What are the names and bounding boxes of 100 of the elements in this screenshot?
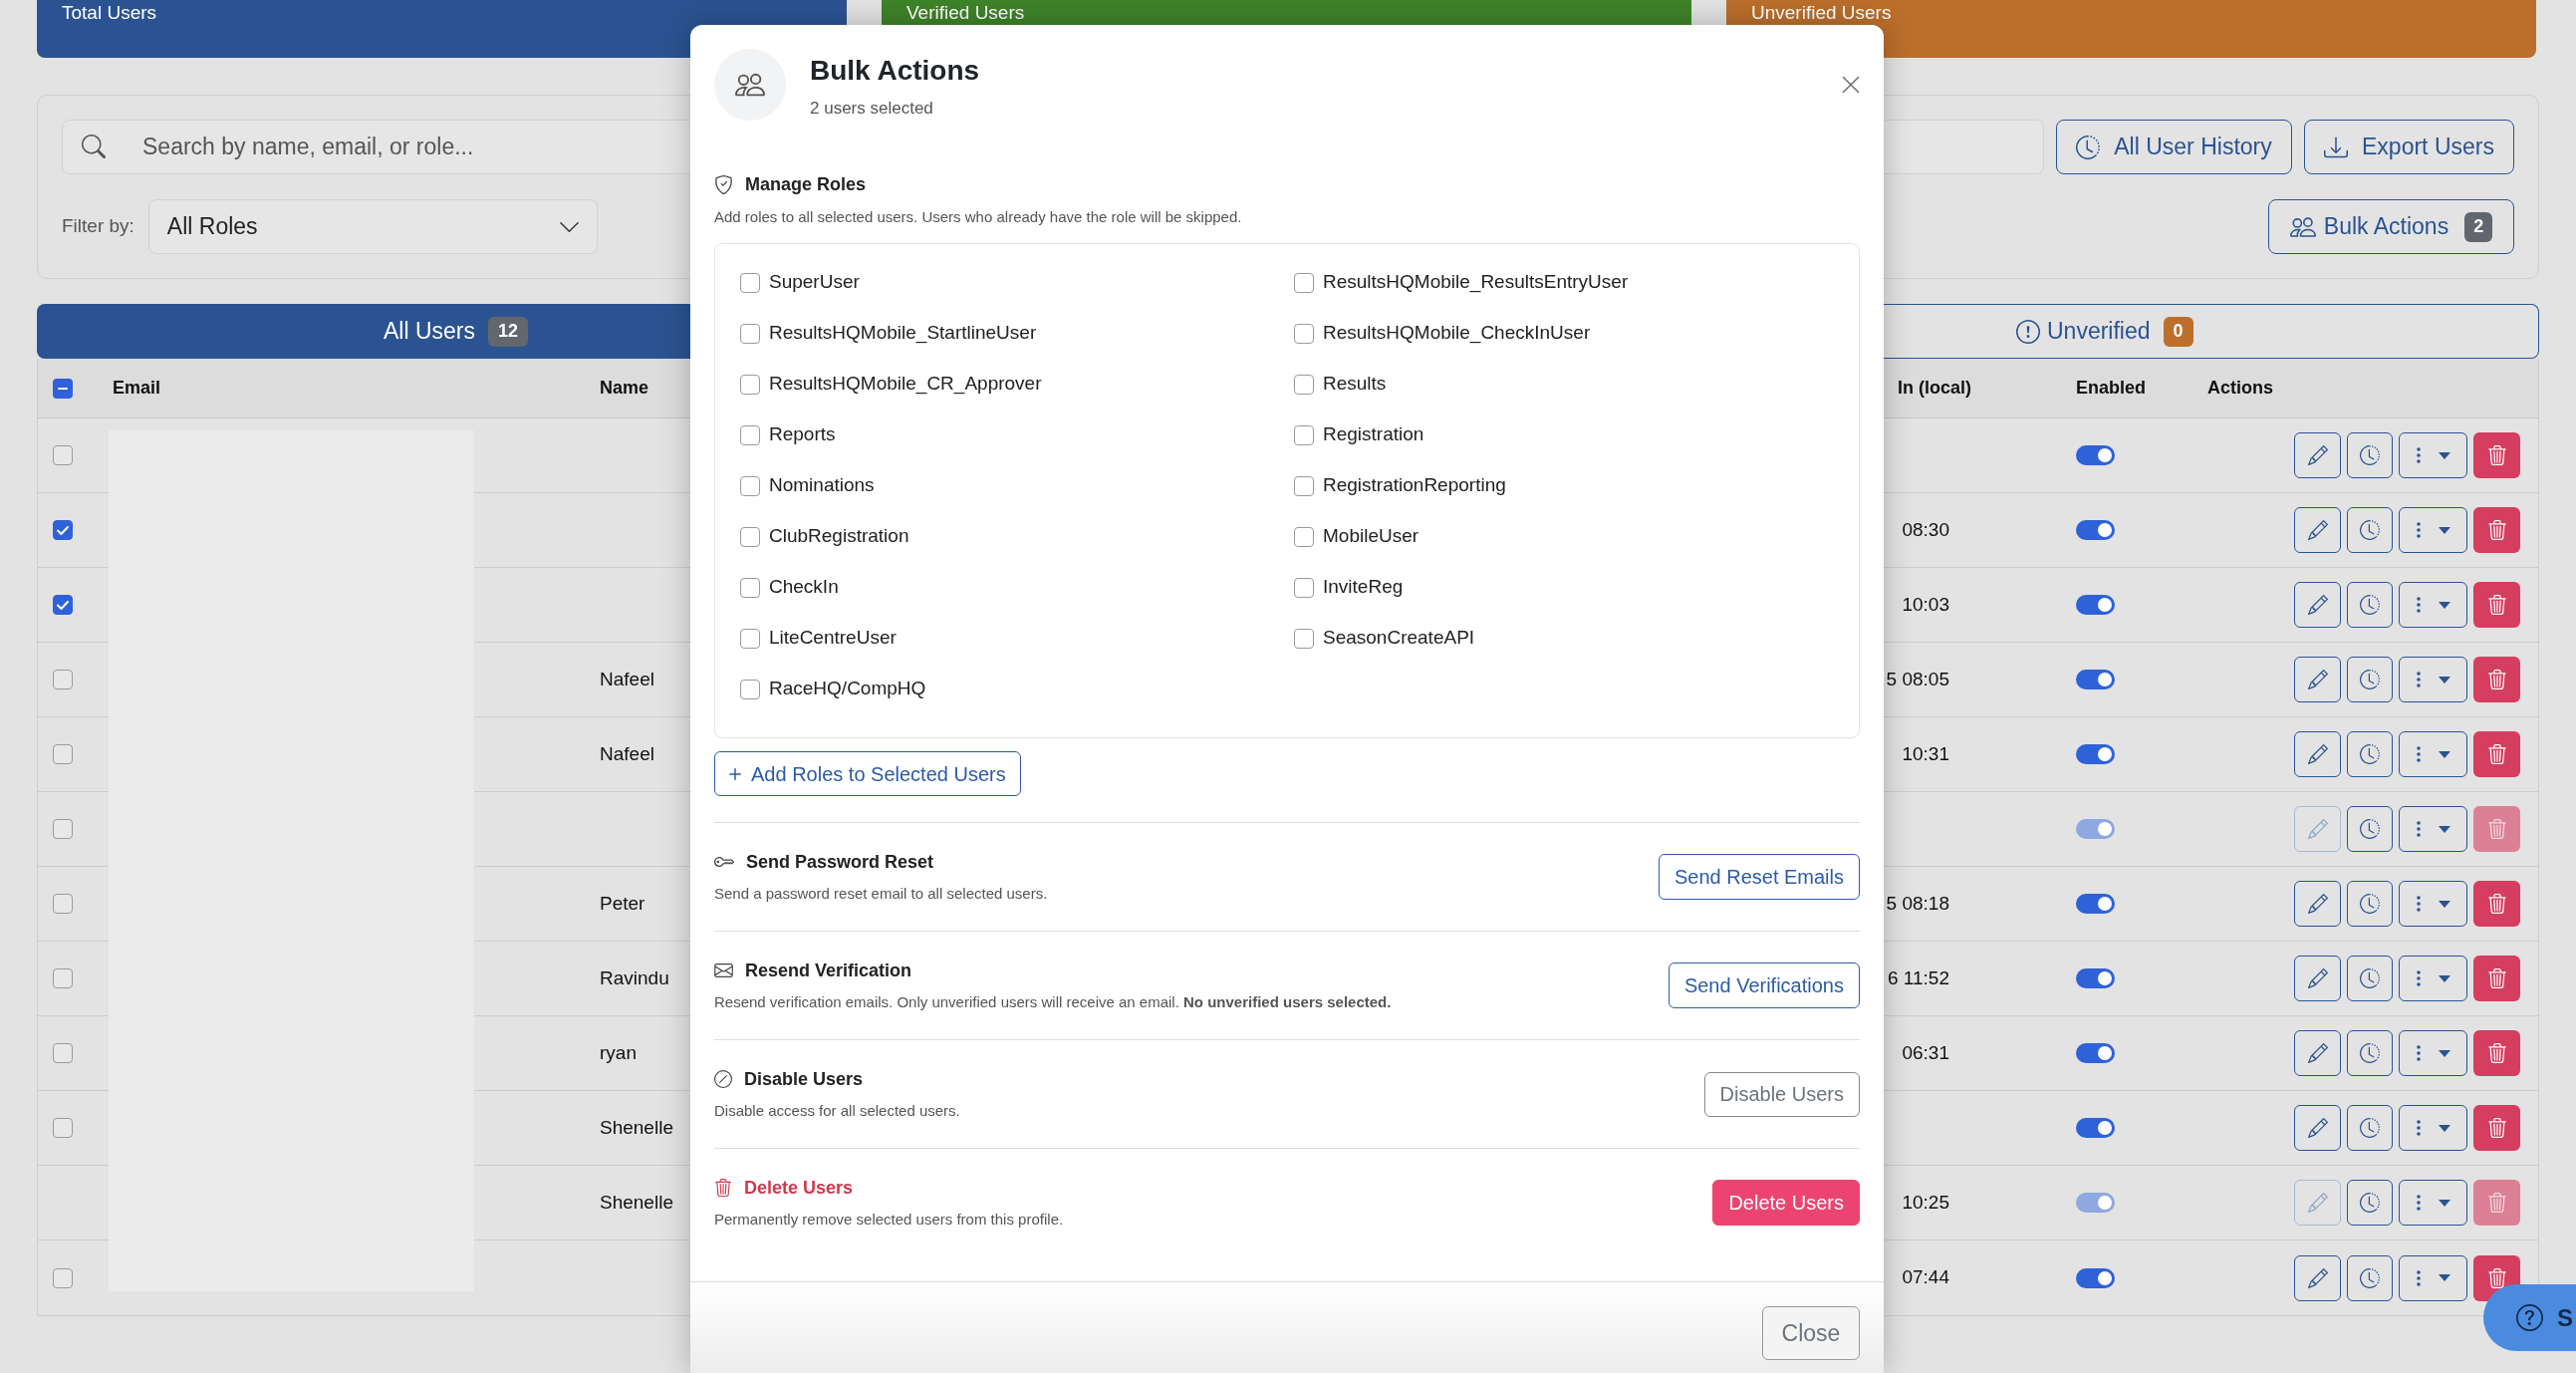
checkbox[interactable] bbox=[740, 424, 760, 445]
edit-button[interactable] bbox=[2294, 657, 2341, 702]
checkbox[interactable] bbox=[740, 475, 760, 496]
help-button[interactable]: S bbox=[2483, 1284, 2576, 1351]
toggle-switch[interactable] bbox=[2076, 520, 2115, 540]
history-button[interactable] bbox=[2347, 1030, 2393, 1076]
more-button[interactable] bbox=[2399, 731, 2467, 777]
edit-button[interactable] bbox=[2294, 1254, 2341, 1301]
pencil-icon bbox=[2307, 819, 2328, 839]
more-button[interactable] bbox=[2399, 881, 2467, 927]
history-button[interactable] bbox=[2347, 1254, 2393, 1301]
history-button[interactable] bbox=[2347, 432, 2393, 478]
more-button[interactable] bbox=[2399, 1254, 2467, 1301]
checkbox[interactable] bbox=[53, 378, 73, 399]
checkbox[interactable] bbox=[53, 520, 73, 540]
more-button[interactable] bbox=[2399, 657, 2467, 702]
checkbox[interactable] bbox=[53, 445, 73, 465]
checkbox[interactable] bbox=[53, 1118, 73, 1138]
toggle-switch[interactable] bbox=[2076, 595, 2115, 615]
tab[interactable]: Unverified 0 bbox=[1884, 304, 2539, 359]
checkbox[interactable] bbox=[53, 744, 73, 764]
more-button[interactable] bbox=[2399, 1180, 2467, 1226]
history-button[interactable] bbox=[2347, 806, 2393, 852]
checkbox[interactable] bbox=[1294, 424, 1314, 445]
history-button[interactable] bbox=[2347, 731, 2393, 777]
add-roles-button[interactable]: Add Roles to Selected Users bbox=[714, 751, 1021, 796]
checkbox[interactable] bbox=[1294, 526, 1314, 547]
role-select[interactable]: All Roles bbox=[147, 199, 598, 254]
toggle-switch[interactable] bbox=[2076, 1267, 2115, 1288]
toggle-switch[interactable] bbox=[2076, 670, 2115, 689]
checkbox[interactable] bbox=[1294, 475, 1314, 496]
delete-users-button[interactable]: Delete Users bbox=[1712, 1180, 1860, 1226]
close-dialog-button[interactable]: Close bbox=[1762, 1306, 1860, 1360]
edit-button[interactable] bbox=[2294, 881, 2341, 927]
history-button[interactable]: All User History bbox=[2056, 120, 2292, 174]
checkbox[interactable] bbox=[1294, 272, 1314, 293]
toggle-switch[interactable] bbox=[2076, 445, 2115, 465]
history-button[interactable] bbox=[2347, 582, 2393, 628]
checkbox[interactable] bbox=[740, 323, 760, 344]
more-button[interactable] bbox=[2399, 956, 2467, 1001]
delete-button[interactable] bbox=[2473, 956, 2520, 1001]
delete-button[interactable] bbox=[2473, 881, 2520, 927]
delete-button[interactable] bbox=[2473, 1030, 2520, 1076]
toggle-switch[interactable] bbox=[2076, 1043, 2115, 1063]
more-button[interactable] bbox=[2399, 1105, 2467, 1151]
checkbox[interactable] bbox=[740, 679, 760, 699]
more-button[interactable] bbox=[2399, 806, 2467, 852]
checkbox[interactable] bbox=[1294, 374, 1314, 395]
more-button[interactable] bbox=[2399, 582, 2467, 628]
close-button[interactable] bbox=[1840, 74, 1862, 96]
history-button[interactable] bbox=[2347, 881, 2393, 927]
send-verifications-button[interactable]: Send Verifications bbox=[1668, 962, 1860, 1008]
send-reset-button[interactable]: Send Reset Emails bbox=[1658, 854, 1860, 900]
toggle-switch[interactable] bbox=[2076, 968, 2115, 988]
close-icon bbox=[1840, 74, 1862, 96]
more-button[interactable] bbox=[2399, 507, 2467, 553]
edit-button[interactable] bbox=[2294, 507, 2341, 553]
checkbox[interactable] bbox=[53, 670, 73, 689]
history-button[interactable] bbox=[2347, 657, 2393, 702]
toggle-switch[interactable] bbox=[2076, 894, 2115, 914]
edit-button[interactable] bbox=[2294, 582, 2341, 628]
checkbox[interactable] bbox=[1294, 628, 1314, 649]
plus-icon bbox=[729, 767, 741, 780]
history-button[interactable] bbox=[2347, 1180, 2393, 1226]
bulk-actions-button[interactable]: Bulk Actions 2 bbox=[2268, 199, 2514, 254]
checkbox[interactable] bbox=[53, 894, 73, 914]
edit-button[interactable] bbox=[2294, 1105, 2341, 1151]
checkbox[interactable] bbox=[740, 272, 760, 293]
checkbox[interactable] bbox=[53, 968, 73, 988]
more-button[interactable] bbox=[2399, 1030, 2467, 1076]
checkbox[interactable] bbox=[1294, 323, 1314, 344]
checkbox[interactable] bbox=[740, 374, 760, 395]
edit-button[interactable] bbox=[2294, 731, 2341, 777]
delete-button[interactable] bbox=[2473, 432, 2520, 478]
checkbox[interactable] bbox=[740, 628, 760, 649]
count-badge: 0 bbox=[2163, 316, 2193, 347]
toggle-switch[interactable] bbox=[2076, 1118, 2115, 1138]
checkbox[interactable] bbox=[740, 577, 760, 598]
tab[interactable]: All Users 12 bbox=[37, 304, 690, 359]
delete-button[interactable] bbox=[2473, 582, 2520, 628]
pencil-icon bbox=[2307, 894, 2328, 914]
history-button[interactable] bbox=[2347, 507, 2393, 553]
checkbox[interactable] bbox=[740, 526, 760, 547]
checkbox[interactable] bbox=[53, 1267, 73, 1288]
edit-button[interactable] bbox=[2294, 956, 2341, 1001]
export-button[interactable]: Export Users bbox=[2304, 120, 2514, 174]
history-button[interactable] bbox=[2347, 956, 2393, 1001]
delete-button[interactable] bbox=[2473, 1105, 2520, 1151]
edit-button[interactable] bbox=[2294, 1030, 2341, 1076]
checkbox[interactable] bbox=[53, 1043, 73, 1063]
checkbox[interactable] bbox=[1294, 577, 1314, 598]
toggle-switch[interactable] bbox=[2076, 744, 2115, 764]
edit-button[interactable] bbox=[2294, 432, 2341, 478]
history-button[interactable] bbox=[2347, 1105, 2393, 1151]
delete-button[interactable] bbox=[2473, 657, 2520, 702]
delete-button[interactable] bbox=[2473, 731, 2520, 777]
delete-button[interactable] bbox=[2473, 507, 2520, 553]
disable-users-button[interactable]: Disable Users bbox=[1703, 1071, 1860, 1117]
checkbox[interactable] bbox=[53, 595, 73, 615]
more-button[interactable] bbox=[2399, 432, 2467, 478]
